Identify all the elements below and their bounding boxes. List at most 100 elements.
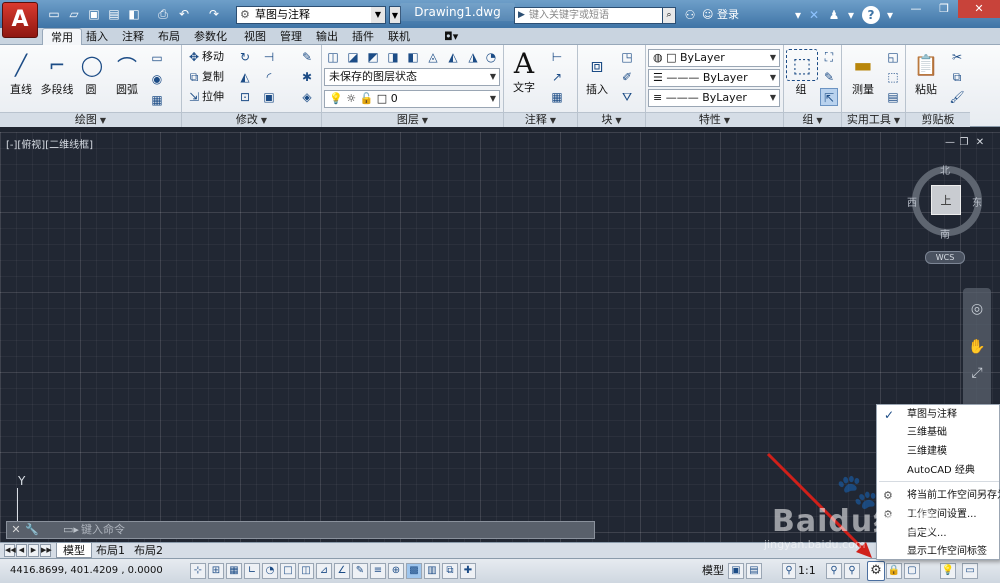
- ribbon-minimize-icon[interactable]: ◘▾: [436, 28, 466, 45]
- object-snap-tracking-icon[interactable]: ⊿: [316, 563, 332, 579]
- draw-panel-title[interactable]: 绘图 ▼: [0, 112, 181, 127]
- dynamic-ucs-icon[interactable]: ∠: [334, 563, 350, 579]
- maximize-button[interactable]: ❐: [930, 0, 958, 18]
- annotation-panel-title[interactable]: 注释 ▼: [504, 112, 577, 127]
- polyline-button[interactable]: ⌐ 多段线: [38, 49, 76, 97]
- viewcube-top-face[interactable]: 上: [931, 185, 961, 215]
- arc-button[interactable]: ⌒ 圆弧: [110, 49, 144, 97]
- quick-view-icon[interactable]: ✚: [460, 563, 476, 579]
- viewport-restore-icon[interactable]: ❐: [958, 137, 970, 149]
- tab-output[interactable]: 输出: [308, 28, 346, 45]
- ortho-mode-icon[interactable]: ∟: [244, 563, 260, 579]
- tab-annotate[interactable]: 注释: [114, 28, 152, 45]
- layer-icon[interactable]: ◨: [384, 48, 402, 66]
- quick-select-icon[interactable]: ◱: [884, 48, 902, 66]
- dropdown-arrow-icon[interactable]: ▾: [843, 6, 859, 24]
- isolate-objects-icon[interactable]: 💡: [940, 563, 956, 579]
- steering-wheel-icon[interactable]: ◎: [963, 298, 991, 320]
- edit-block-icon[interactable]: ✐: [618, 68, 636, 86]
- compass-north[interactable]: 北: [940, 162, 950, 177]
- leader-icon[interactable]: ↗: [548, 68, 566, 86]
- annotation-monitor-icon[interactable]: ▥: [424, 563, 440, 579]
- array-icon[interactable]: ▣: [260, 88, 278, 106]
- layer-icon[interactable]: ◬: [424, 48, 442, 66]
- annotation-scale-value[interactable]: 1:1: [798, 563, 816, 579]
- close-button[interactable]: ✕: [958, 0, 1000, 18]
- zoom-extents-icon[interactable]: ⤢: [963, 362, 991, 384]
- color-select[interactable]: ◍ □ ByLayer ▼: [648, 49, 780, 67]
- paste-button[interactable]: 📋 粘贴: [908, 49, 944, 97]
- viewport-close-icon[interactable]: ✕: [974, 137, 986, 149]
- layout-tab-model[interactable]: 模型: [56, 543, 92, 558]
- erase-icon[interactable]: ✎: [298, 48, 316, 66]
- print-icon[interactable]: ⎙: [155, 6, 171, 22]
- layer-icon[interactable]: ◪: [344, 48, 362, 66]
- tab-parametric[interactable]: 参数化: [186, 28, 235, 45]
- undo-icon[interactable]: ↶: [176, 6, 192, 22]
- tab-home[interactable]: 常用: [42, 28, 82, 45]
- create-block-icon[interactable]: ◳: [618, 48, 636, 66]
- group-edit-icon[interactable]: ✎: [820, 68, 838, 86]
- annotation-scale-icon[interactable]: ⚲: [782, 563, 796, 579]
- open-file-icon[interactable]: ▱: [66, 6, 82, 22]
- layers-panel-title[interactable]: 图层 ▼: [322, 112, 503, 127]
- group-button[interactable]: ⬚ 组: [786, 49, 818, 97]
- modify-panel-title[interactable]: 修改 ▼: [182, 112, 321, 127]
- pan-hand-icon[interactable]: ✋: [963, 336, 991, 358]
- workspace-switching-gear-icon[interactable]: ⚙: [867, 561, 885, 581]
- search-input[interactable]: ▶ 键入关键字或短语: [514, 7, 664, 24]
- auto-scale-icon[interactable]: ⚲: [844, 563, 860, 579]
- binoculars-icon[interactable]: ⚇: [682, 6, 698, 24]
- first-layout-arrow[interactable]: ◀◀: [4, 544, 16, 557]
- select-all-icon[interactable]: ⬚: [884, 68, 902, 86]
- trim-icon[interactable]: ⊣: [260, 48, 278, 66]
- quick-view-drawings-icon[interactable]: ▤: [746, 563, 762, 579]
- 3d-object-snap-icon[interactable]: ◫: [298, 563, 314, 579]
- tab-manage[interactable]: 管理: [272, 28, 310, 45]
- plot-preview-icon[interactable]: ◧: [126, 6, 142, 22]
- layer-state-select[interactable]: 未保存的图层状态 ▼: [324, 68, 500, 86]
- cut-icon[interactable]: ✂: [948, 48, 966, 66]
- community-icon[interactable]: ♟: [826, 6, 842, 24]
- wrench-icon[interactable]: 🔧: [25, 523, 39, 537]
- block-panel-title[interactable]: 块 ▼: [578, 112, 645, 127]
- lineweight-display-icon[interactable]: ≡: [370, 563, 386, 579]
- viewport-minimize-icon[interactable]: —: [944, 137, 956, 149]
- workspace-select[interactable]: ⚙ 草图与注释 ▼: [236, 6, 386, 24]
- text-button[interactable]: A 文字: [508, 47, 540, 95]
- rotate-icon[interactable]: ↻: [236, 48, 254, 66]
- line-button[interactable]: ╱ 直线: [4, 49, 38, 97]
- utilities-panel-title[interactable]: 实用工具 ▼: [842, 112, 905, 127]
- tab-insert[interactable]: 插入: [78, 28, 116, 45]
- dropdown-arrow-icon[interactable]: ▾: [790, 6, 806, 24]
- menu-item-display-workspace-label[interactable]: 显示工作空间标签: [877, 543, 1000, 561]
- prev-layout-arrow[interactable]: ◀: [16, 544, 27, 557]
- snap-mode-icon[interactable]: ⊞: [208, 563, 224, 579]
- properties-panel-title[interactable]: 特性 ▼: [646, 112, 783, 127]
- ellipse-icon[interactable]: ◉: [148, 70, 166, 88]
- save-as-icon[interactable]: ▤: [106, 6, 122, 22]
- menu-item-drafting-annotation[interactable]: ✓ 草图与注释: [877, 406, 1000, 424]
- layer-select[interactable]: 💡 ☼ 🔓 □ 0 ▼: [324, 90, 500, 108]
- dimension-icon[interactable]: ⊢: [548, 48, 566, 66]
- layer-icon[interactable]: ◧: [404, 48, 422, 66]
- lock-toolbar-icon[interactable]: 🔒: [886, 563, 902, 579]
- group-select-icon[interactable]: ⇱: [820, 88, 838, 106]
- compass-west[interactable]: 西: [907, 194, 917, 209]
- minimize-button[interactable]: —: [902, 0, 930, 18]
- tab-layout[interactable]: 布局: [150, 28, 188, 45]
- grid-display-icon[interactable]: ▦: [226, 563, 242, 579]
- selection-cycling-icon[interactable]: ▩: [406, 563, 422, 579]
- scale-icon[interactable]: ⊡: [236, 88, 254, 106]
- redo-icon[interactable]: ↷: [206, 6, 222, 22]
- lineweight-select[interactable]: ≡ ——— ByLayer ▼: [648, 89, 780, 107]
- tab-plugins[interactable]: 插件: [344, 28, 382, 45]
- calculator-icon[interactable]: ▤: [884, 88, 902, 106]
- help-icon[interactable]: ?: [862, 6, 880, 24]
- polar-tracking-icon[interactable]: ◔: [262, 563, 278, 579]
- next-layout-arrow[interactable]: ▶: [28, 544, 39, 557]
- circle-button[interactable]: ◯ 圆: [76, 49, 106, 97]
- layer-properties-icon[interactable]: ◫: [324, 48, 342, 66]
- menu-item-autocad-classic[interactable]: AutoCAD 经典: [877, 462, 1000, 480]
- command-input[interactable]: ▭▸ 键入命令: [59, 523, 579, 537]
